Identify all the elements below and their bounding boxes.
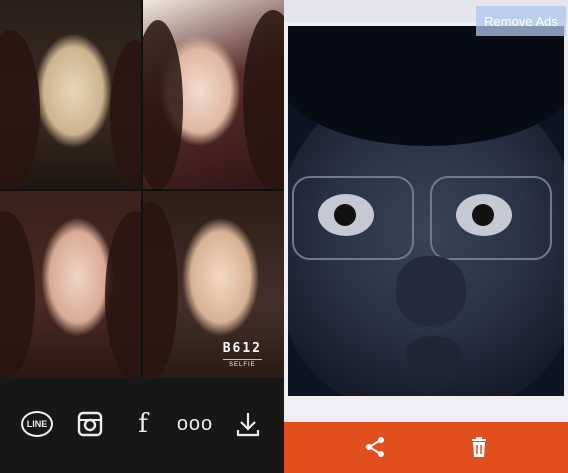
facebook-icon: f [138,409,148,439]
mouth [406,336,462,370]
download-button[interactable] [230,406,266,442]
watermark-title: B612 [222,341,262,356]
watermark-subtitle: SELFIE [229,362,256,368]
remove-ads-button[interactable]: Remove Ads [476,6,566,36]
left-panel: B612 SELFIE LINE f ooo [0,0,284,473]
trash-icon[interactable] [467,435,491,459]
download-icon [236,413,260,437]
instagram-share-button[interactable] [72,406,108,442]
share-icon[interactable] [363,435,387,459]
right-panel: Remove Ads [284,0,568,473]
more-icon: ooo [176,412,214,435]
b612-watermark: B612 SELFIE [222,341,262,368]
instagram-icon [77,411,103,437]
facebook-share-button[interactable]: f [125,406,161,442]
glasses-right-lens [430,176,552,260]
photo-3[interactable] [0,191,141,378]
nose [396,256,466,326]
line-share-button[interactable]: LINE [19,406,55,442]
photo-1[interactable] [0,0,141,189]
photo-4[interactable]: B612 SELFIE [143,191,284,378]
action-bar [284,422,568,473]
selfie-preview [288,26,564,396]
glasses-left-lens [292,176,414,260]
line-icon: LINE [21,411,53,437]
share-toolbar: LINE f ooo [0,378,284,473]
hair [288,26,564,146]
more-options-button[interactable]: ooo [177,406,213,442]
photo-collage: B612 SELFIE [0,0,284,378]
photo-2[interactable] [143,0,284,189]
